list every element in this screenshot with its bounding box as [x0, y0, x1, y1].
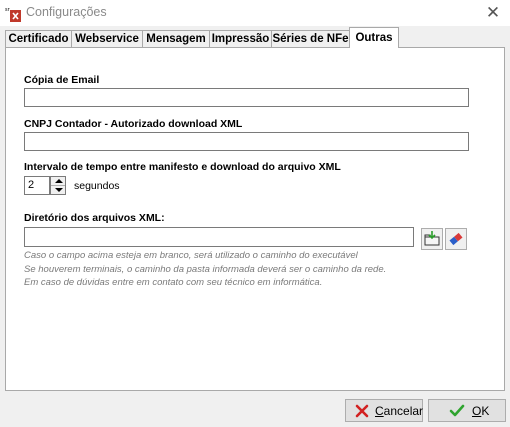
ok-mnemonic: O — [472, 404, 482, 418]
title-bar[interactable]: sr Configurações ✕ — [0, 0, 510, 26]
ok-button[interactable]: OK — [428, 399, 506, 422]
clear-folder-button[interactable] — [445, 228, 467, 250]
tab-certificado[interactable]: Certificado — [5, 30, 72, 47]
folder-open-icon — [424, 231, 440, 246]
browse-folder-button[interactable] — [421, 228, 443, 250]
tab-mensagem[interactable]: Mensagem — [142, 30, 210, 47]
tab-impressao[interactable]: Impressão — [209, 30, 272, 47]
ok-button-label: OK — [472, 404, 489, 418]
arrow-up-icon — [55, 179, 63, 183]
arrow-down-icon — [55, 188, 63, 192]
green-check-icon — [449, 404, 465, 417]
cnpj-contador-label: CNPJ Contador - Autorizado download XML — [24, 118, 243, 130]
hint-line-1: Caso o campo acima esteja em branco, ser… — [24, 250, 358, 261]
intervalo-spin-buttons — [50, 176, 66, 195]
tab-outras[interactable]: Outras — [349, 27, 399, 48]
spin-down-button[interactable] — [51, 186, 65, 194]
tab-bar: Certificado Webservice Mensagem Impressã… — [5, 27, 505, 48]
diretorio-field[interactable] — [24, 227, 414, 247]
cancel-label-rest: ancelar — [383, 404, 424, 418]
intervalo-unit-label: segundos — [74, 180, 120, 192]
app-icon: sr — [5, 6, 21, 22]
cancel-button[interactable]: Cancelar — [345, 399, 423, 422]
red-x-icon — [355, 404, 369, 418]
intervalo-spin-input[interactable]: 2 — [24, 176, 50, 195]
copia-email-label: Cópia de Email — [24, 74, 100, 86]
hint-line-2: Se houverem terminais, o caminho da past… — [24, 264, 387, 275]
copia-email-field[interactable] — [24, 88, 469, 107]
eraser-icon — [449, 232, 463, 246]
window-title: Configurações — [26, 5, 107, 19]
cancel-mnemonic: C — [375, 404, 384, 418]
hint-line-3: Em caso de dúvidas entre em contato com … — [24, 277, 323, 288]
tab-webservice[interactable]: Webservice — [71, 30, 143, 47]
tab-series-nfe[interactable]: Séries de NFe — [271, 30, 350, 47]
ok-label-rest: K — [481, 404, 490, 418]
settings-window: sr Configurações ✕ Certificado Webservic… — [0, 0, 510, 427]
close-icon[interactable]: ✕ — [484, 4, 502, 22]
cancel-button-label: Cancelar — [375, 404, 423, 418]
diretorio-label: Diretório dos arquivos XML: — [24, 212, 165, 224]
intervalo-label: Intervalo de tempo entre manifesto e dow… — [24, 161, 341, 173]
cnpj-contador-field[interactable] — [24, 132, 469, 151]
spin-up-button[interactable] — [51, 177, 65, 186]
